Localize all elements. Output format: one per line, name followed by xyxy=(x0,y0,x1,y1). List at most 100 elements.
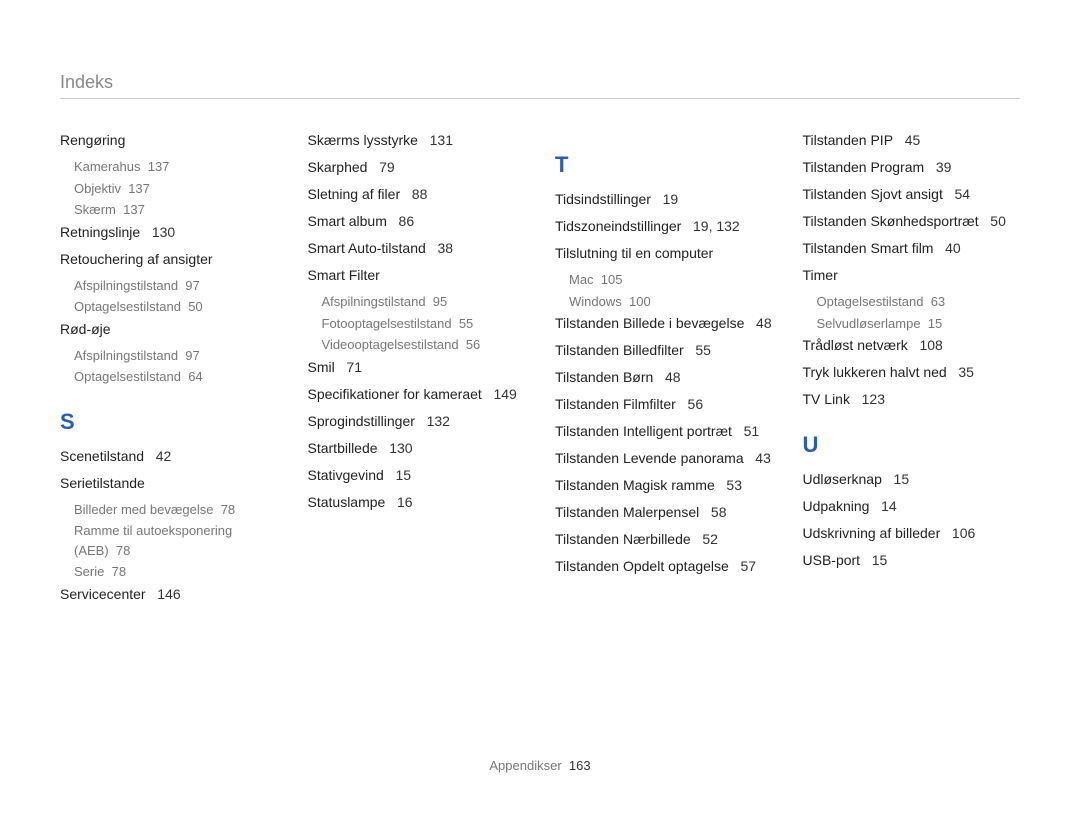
index-subentry-page: 63 xyxy=(931,294,945,309)
index-entry-label: Servicecenter xyxy=(60,586,146,602)
index-entry: Tilstanden Magisk ramme 53 xyxy=(555,475,773,496)
index-entry-page: 42 xyxy=(152,448,171,464)
index-entry: Speciﬁkationer for kameraet 149 xyxy=(308,384,526,405)
index-entry-label: Retningslinje xyxy=(60,224,140,240)
index-entry: Tilstanden Skønhedsportræt 50 xyxy=(803,211,1021,232)
index-entry: Skarphed 79 xyxy=(308,157,526,178)
index-entry: Tilstanden Billedﬁlter 55 xyxy=(555,340,773,361)
index-subentry-label: Afspilningstilstand xyxy=(322,294,426,309)
index-entry: Sprogindstillinger 132 xyxy=(308,411,526,432)
index-entry: Startbillede 130 xyxy=(308,438,526,459)
index-subentry-label: Videooptagelsestilstand xyxy=(322,337,459,352)
index-entry-page: 19, 132 xyxy=(689,218,740,234)
index-entry-page: 38 xyxy=(434,240,453,256)
index-subentry: Skærm 137 xyxy=(74,200,278,220)
index-entry-page: 131 xyxy=(426,132,453,148)
index-entry-page: 43 xyxy=(751,450,770,466)
index-entry-page: 50 xyxy=(986,213,1005,229)
index-entry-label: Tilstanden Malerpensel xyxy=(555,504,699,520)
index-subentry-page: 78 xyxy=(112,564,126,579)
index-subentry: Afspilningstilstand 95 xyxy=(322,292,526,312)
index-subentry-label: Kamerahus xyxy=(74,159,140,174)
index-subentry-page: 55 xyxy=(459,316,473,331)
index-entry: Timer xyxy=(803,265,1021,286)
index-subentry-page: 64 xyxy=(188,369,202,384)
index-subentry-page: 50 xyxy=(188,299,202,314)
index-subentry-label: Afspilningstilstand xyxy=(74,278,178,293)
index-entry-label: Sprogindstillinger xyxy=(308,413,415,429)
index-entry: Udpakning 14 xyxy=(803,496,1021,517)
index-entry-page: 52 xyxy=(698,531,717,547)
index-entry-label: TV Link xyxy=(803,391,850,407)
index-entry-page: 58 xyxy=(707,504,726,520)
index-subentry-page: 95 xyxy=(433,294,447,309)
index-subentry-label: Serie xyxy=(74,564,104,579)
index-subentry: Optagelsestilstand 50 xyxy=(74,297,278,317)
index-entry-label: Tilstanden Program xyxy=(803,159,925,175)
index-subentry: Windows 100 xyxy=(569,292,773,312)
index-subentry-label: Objektiv xyxy=(74,181,121,196)
index-entry-label: Serietilstande xyxy=(60,475,145,491)
index-subentry-page: 137 xyxy=(148,159,170,174)
index-subentry-page: 137 xyxy=(128,181,150,196)
index-entry-label: USB-port xyxy=(803,552,861,568)
index-entry-label: Tilstanden Nærbillede xyxy=(555,531,691,547)
index-column: Skærms lysstyrke 131 Skarphed 79 Sletning … xyxy=(308,130,526,745)
index-entry-label: Smart album xyxy=(308,213,387,229)
index-subentry-page: 15 xyxy=(928,316,942,331)
index-entry: Tilstanden Smart ﬁlm 40 xyxy=(803,238,1021,259)
index-subentry: Fotooptagelsestilstand 55 xyxy=(322,314,526,334)
index-entry: Tilstanden Levende panorama 43 xyxy=(555,448,773,469)
index-subentry-page: 100 xyxy=(629,294,651,309)
index-columns: RengøringKamerahus 137Objektiv 137Skærm … xyxy=(60,130,1020,745)
index-subentry: Ramme til autoeksponering (AEB) 78 xyxy=(74,521,278,560)
index-subentry: Optagelsestilstand 63 xyxy=(817,292,1021,312)
index-entry-label: Rengøring xyxy=(60,132,125,148)
index-entry-label: Stativgevind xyxy=(308,467,384,483)
index-entry-page: 15 xyxy=(890,471,909,487)
index-entry-label: Tidsindstillinger xyxy=(555,191,651,207)
index-entry-page: 15 xyxy=(868,552,887,568)
index-entry: Retningslinje 130 xyxy=(60,222,278,243)
index-entry-page: 146 xyxy=(153,586,180,602)
index-entry: Trådløst netværk 108 xyxy=(803,335,1021,356)
index-entry-page: 130 xyxy=(385,440,412,456)
index-entry-page: 39 xyxy=(932,159,951,175)
index-subentry-label: Optagelsestilstand xyxy=(74,299,181,314)
index-entry: Smil 71 xyxy=(308,357,526,378)
index-entry-label: Tilstanden Smart ﬁlm xyxy=(803,240,934,256)
index-subentry: Objektiv 137 xyxy=(74,179,278,199)
index-entry-page: 123 xyxy=(858,391,885,407)
index-entry: Tilstanden Børn 48 xyxy=(555,367,773,388)
index-entry: Scenetilstand 42 xyxy=(60,446,278,467)
index-entry: Tilstanden Program 39 xyxy=(803,157,1021,178)
index-entry-page: 48 xyxy=(661,369,680,385)
index-entry: Sletning af ﬁler 88 xyxy=(308,184,526,205)
index-entry-page: 19 xyxy=(659,191,678,207)
index-entry-label: Tilstanden Skønhedsportræt xyxy=(803,213,979,229)
index-subentry-page: 97 xyxy=(185,348,199,363)
index-entry: Udløserknap 15 xyxy=(803,469,1021,490)
index-entry-page: 149 xyxy=(490,386,517,402)
page-footer: Appendikser 163 xyxy=(0,758,1080,773)
index-subentry: Serie 78 xyxy=(74,562,278,582)
index-entry-label: Tidszoneindstillinger xyxy=(555,218,681,234)
index-entry-label: Skarphed xyxy=(308,159,368,175)
index-entry-page: 108 xyxy=(916,337,943,353)
index-entry-page: 40 xyxy=(941,240,960,256)
index-subentry-label: Ramme til autoeksponering (AEB) xyxy=(74,523,232,558)
section-letter: S xyxy=(60,405,278,438)
index-entry: Tryk lukkeren halvt ned 35 xyxy=(803,362,1021,383)
index-entry: Tidszoneindstillinger 19, 132 xyxy=(555,216,773,237)
index-entry: Skærms lysstyrke 131 xyxy=(308,130,526,151)
index-subentry: Mac 105 xyxy=(569,270,773,290)
index-subentry: Kamerahus 137 xyxy=(74,157,278,177)
index-entry-page: 16 xyxy=(393,494,412,510)
index-entry-page: 57 xyxy=(737,558,756,574)
index-subentry-page: 105 xyxy=(601,272,623,287)
index-entry-label: Tilstanden Filmﬁlter xyxy=(555,396,676,412)
index-entry-label: Udskrivning af billeder xyxy=(803,525,941,541)
horizontal-rule xyxy=(60,98,1020,99)
footer-label: Appendikser xyxy=(489,758,561,773)
index-subentry-label: Mac xyxy=(569,272,594,287)
